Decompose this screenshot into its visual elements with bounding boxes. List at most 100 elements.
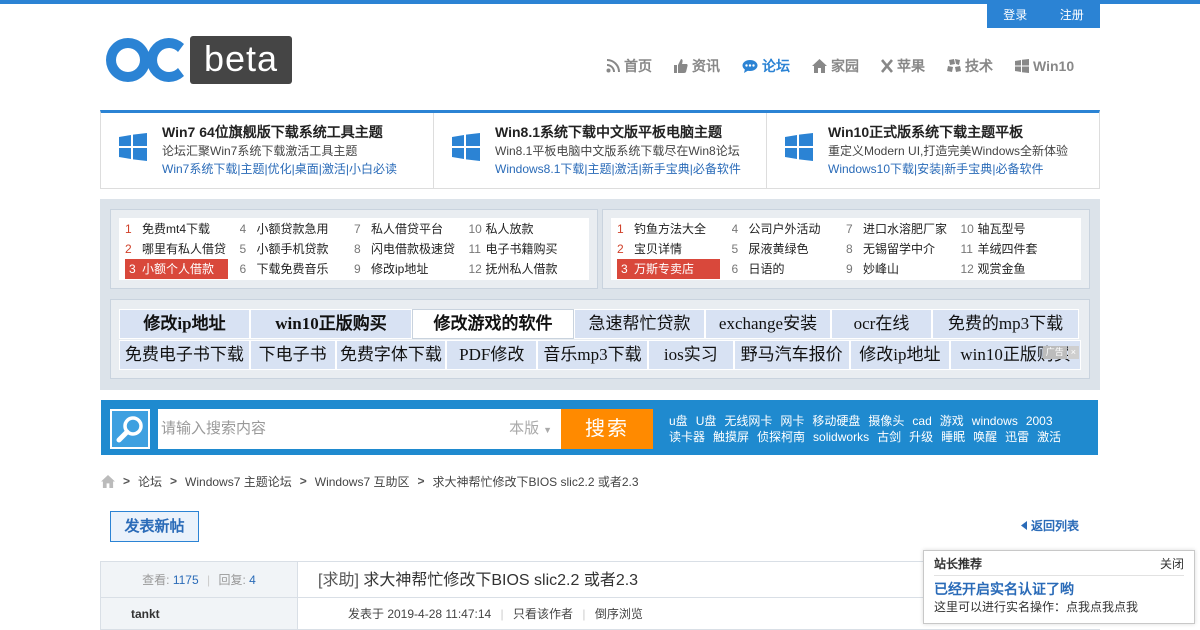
featured-link[interactable]: 桌面	[295, 162, 319, 176]
hotword-link[interactable]: 无线网卡	[724, 414, 772, 428]
rank-item[interactable]: 3 万斯专卖店	[617, 259, 720, 279]
hotword-link[interactable]: u盘	[669, 414, 688, 428]
hotword-link[interactable]: solidworks	[813, 430, 869, 444]
breadcrumb-thread[interactable]: 求大神帮忙修改下BIOS slic2.2 或者2.3	[432, 473, 638, 490]
search-input[interactable]: 请输入搜索内容 本版 ▼	[158, 409, 562, 449]
rank-item[interactable]: 12 观赏金鱼	[961, 259, 1076, 279]
hotword-link[interactable]: 触摸屏	[713, 430, 749, 444]
featured-link[interactable]: 新手宝典	[944, 162, 992, 176]
hotword-link[interactable]: 网卡	[780, 414, 804, 428]
rank-item[interactable]: 12 抚州私人借款	[469, 259, 584, 279]
keyword-tag[interactable]: 音乐mp3下载	[537, 340, 648, 370]
rank-item[interactable]: 2 宝贝详情	[617, 239, 732, 259]
featured-link[interactable]: 新手宝典	[642, 162, 690, 176]
rank-item[interactable]: 3 小额个人借款	[125, 259, 228, 279]
keyword-tag[interactable]: 急速帮忙贷款	[574, 309, 705, 339]
rank-item[interactable]: 10 私人放款	[469, 219, 584, 239]
hotword-link[interactable]: 2003	[1026, 414, 1053, 428]
site-logo[interactable]: beta	[102, 34, 293, 86]
featured-link[interactable]: 安装	[917, 162, 941, 176]
hotword-link[interactable]: cad	[912, 414, 931, 428]
keyword-tag[interactable]: 修改ip地址	[119, 309, 250, 339]
featured-link[interactable]: Windows10下载	[828, 162, 914, 176]
register-link[interactable]: 注册	[1044, 4, 1101, 28]
featured-link[interactable]: 主题	[240, 162, 264, 176]
rank-item[interactable]: 5 小额手机贷款	[240, 239, 355, 259]
back-to-list-link[interactable]: 返回列表	[1021, 517, 1079, 534]
rank-item[interactable]: 4 公司户外活动	[732, 219, 847, 239]
hotword-link[interactable]: 激活	[1037, 430, 1061, 444]
nav-community[interactable]: 家园	[812, 56, 859, 76]
search-button[interactable]: 搜索	[561, 409, 653, 449]
featured-link[interactable]: 主题	[588, 162, 612, 176]
hotword-link[interactable]: 移动硬盘	[812, 414, 860, 428]
ad-close-icon[interactable]: ×	[1067, 346, 1079, 359]
breadcrumb-subboard[interactable]: Windows7 互助区	[315, 473, 410, 490]
popup-text[interactable]: 这里可以进行实名操作：点我点我点我	[934, 598, 1184, 616]
keyword-tag[interactable]: 修改游戏的软件	[412, 309, 574, 339]
keyword-tag[interactable]: exchange安装	[705, 309, 831, 339]
search-scope-select[interactable]: 本版 ▼	[509, 409, 552, 450]
keyword-tag[interactable]: win10正版购买	[250, 309, 412, 339]
featured-link[interactable]: 必备软件	[693, 162, 741, 176]
rank-item[interactable]: 6 日语的	[732, 259, 847, 279]
featured-link[interactable]: 优化	[268, 162, 292, 176]
nav-news[interactable]: 资讯	[674, 56, 720, 76]
hotword-link[interactable]: U盘	[696, 414, 717, 428]
thread-type-tag[interactable]: [求助]	[318, 572, 359, 589]
featured-title[interactable]: Win7 64位旗舰版下载系统工具主题	[162, 122, 433, 142]
rank-item[interactable]: 6 下载免费音乐	[240, 259, 355, 279]
hotword-link[interactable]: 睡眠	[941, 430, 965, 444]
featured-link[interactable]: 激活	[322, 162, 346, 176]
rank-item[interactable]: 8 无锡留学中介	[846, 239, 961, 259]
hotword-link[interactable]: 古剑	[877, 430, 901, 444]
nav-win10[interactable]: Win10	[1015, 56, 1074, 76]
nav-apple[interactable]: 苹果	[881, 56, 925, 76]
hotword-link[interactable]: windows	[972, 414, 1018, 428]
only-author-link[interactable]: 只看该作者	[513, 607, 573, 621]
nav-tech[interactable]: 技术	[947, 56, 993, 76]
keyword-tag[interactable]: ios实习	[647, 340, 734, 370]
rank-item[interactable]: 4 小额贷款急用	[240, 219, 355, 239]
author-name[interactable]: tankt	[101, 598, 297, 630]
new-post-button[interactable]: 发表新帖	[110, 511, 199, 542]
featured-title[interactable]: Win10正式版系统下载主题平板	[828, 122, 1099, 142]
hotword-link[interactable]: 升级	[909, 430, 933, 444]
home-icon[interactable]	[101, 474, 115, 488]
rank-item[interactable]: 10 轴瓦型号	[961, 219, 1076, 239]
featured-link[interactable]: Windows8.1下载	[495, 162, 584, 176]
rank-item[interactable]: 8 闪电借款极速贷	[354, 239, 469, 259]
keyword-tag[interactable]: PDF修改	[446, 340, 538, 370]
rank-item[interactable]: 7 私人借贷平台	[354, 219, 469, 239]
hotword-link[interactable]: 侦探柯南	[757, 430, 805, 444]
rank-item[interactable]: 2 哪里有私人借贷	[125, 239, 240, 259]
nav-home[interactable]: 首页	[606, 56, 652, 76]
hotword-link[interactable]: 迅雷	[1005, 430, 1029, 444]
nav-forum[interactable]: 论坛	[742, 56, 790, 76]
login-link[interactable]: 登录	[987, 4, 1044, 28]
rank-item[interactable]: 11 电子书籍购买	[469, 239, 584, 259]
keyword-tag[interactable]: 修改ip地址	[849, 340, 951, 370]
featured-link[interactable]: 必备软件	[995, 162, 1043, 176]
rank-item[interactable]: 1 钓鱼方法大全	[617, 219, 732, 239]
rank-item[interactable]: 11 羊绒四件套	[961, 239, 1076, 259]
breadcrumb-board[interactable]: Windows7 主题论坛	[185, 473, 292, 490]
hotword-link[interactable]: 游戏	[940, 414, 964, 428]
rank-item[interactable]: 5 尿液黄绿色	[732, 239, 847, 259]
hotword-link[interactable]: 读卡器	[669, 430, 705, 444]
rank-item[interactable]: 9 妙峰山	[846, 259, 961, 279]
hotword-link[interactable]: 唤醒	[973, 430, 997, 444]
popup-title[interactable]: 已经开启实名认证了哟	[934, 580, 1184, 598]
keyword-tag[interactable]: 免费的mp3下载	[932, 309, 1079, 339]
rank-item[interactable]: 9 修改ip地址	[354, 259, 469, 279]
keyword-tag[interactable]: 野马汽车报价	[733, 340, 850, 370]
reverse-order-link[interactable]: 倒序浏览	[595, 607, 643, 621]
rank-item[interactable]: 7 进口水溶肥厂家	[846, 219, 961, 239]
featured-link[interactable]: 激活	[615, 162, 639, 176]
keyword-tag[interactable]: 免费电子书下载	[119, 340, 250, 370]
featured-link[interactable]: 小白必读	[349, 162, 397, 176]
featured-title[interactable]: Win8.1系统下载中文版平板电脑主题	[495, 122, 766, 142]
rank-item[interactable]: 1 免费mt4下载	[125, 219, 240, 239]
breadcrumb-forum[interactable]: 论坛	[138, 473, 162, 490]
hotword-link[interactable]: 摄像头	[868, 414, 904, 428]
